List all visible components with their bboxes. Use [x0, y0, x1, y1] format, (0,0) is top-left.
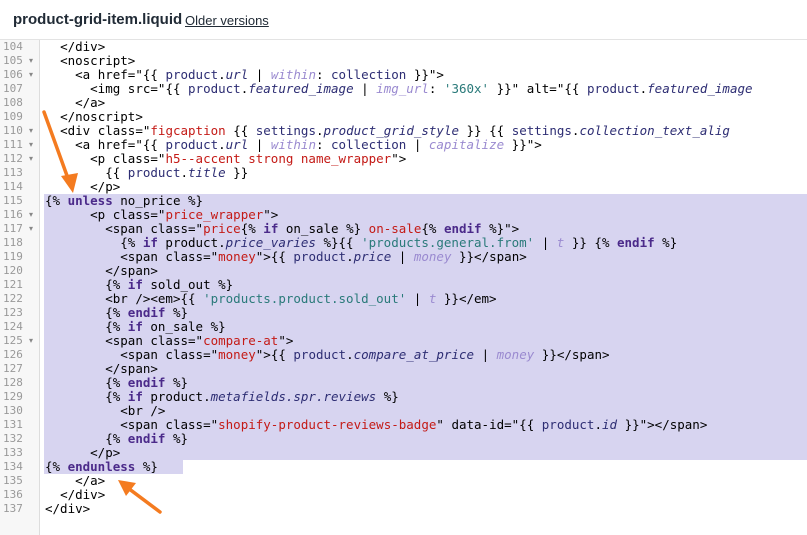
file-title: product-grid-item.liquid — [13, 11, 183, 28]
editor-header: product-grid-item.liquid Older versions — [0, 0, 807, 40]
arrow-icon — [42, 110, 78, 193]
annotation-arrows — [42, 110, 162, 514]
older-versions-link[interactable]: Older versions — [185, 13, 269, 28]
code-editor[interactable]: 104 </div> 105 ▾ <noscript> 106 ▾ <a href="{… — [0, 40, 807, 535]
arrow-icon — [118, 480, 162, 514]
